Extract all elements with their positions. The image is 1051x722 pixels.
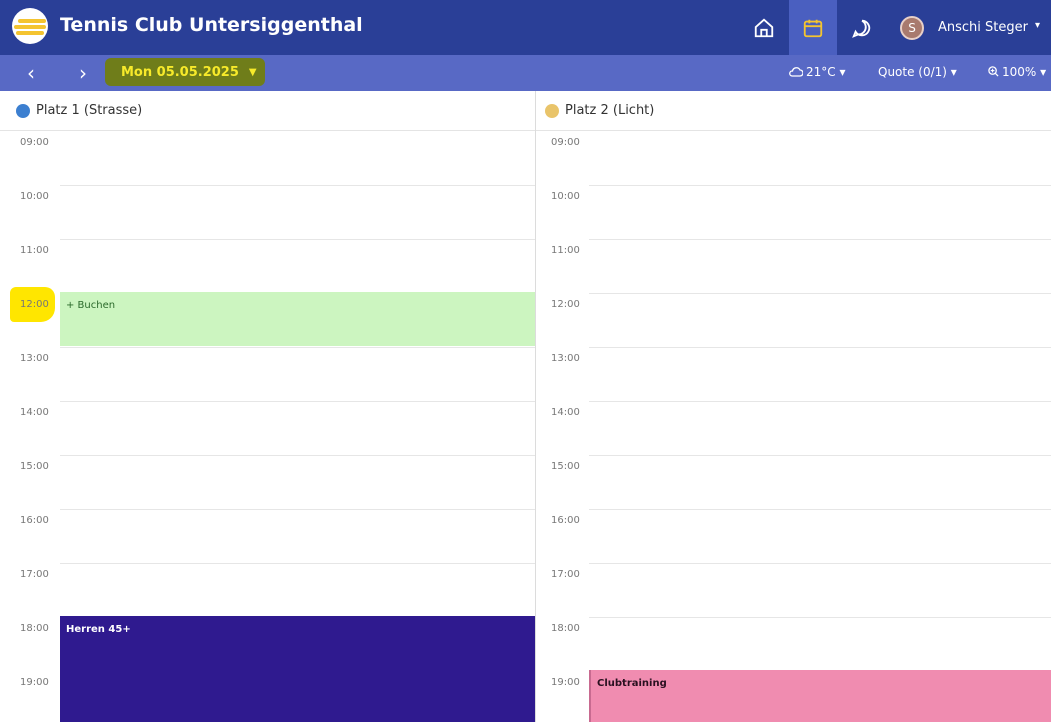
court-color-dot [16, 103, 30, 118]
court-name: Platz 1 (Strasse) [36, 103, 143, 118]
booking-clubtraining[interactable]: Clubtraining [589, 670, 1051, 722]
calendar-nav-button[interactable] [789, 0, 837, 55]
hour-gridline [589, 401, 1051, 402]
hour-gridline [589, 509, 1051, 510]
court-color-dot [545, 103, 559, 118]
book-slot-button[interactable]: + Buchen [60, 292, 535, 346]
time-label: 16:00 [20, 515, 49, 526]
time-label: 17:00 [551, 569, 580, 580]
court-header-platz-2: Platz 2 (Licht) [536, 91, 1051, 131]
hour-gridline [60, 347, 535, 348]
zoom-icon [988, 66, 999, 77]
user-name[interactable]: Anschi Steger [938, 20, 1028, 35]
time-label: 17:00 [20, 569, 49, 580]
hour-gridline [589, 293, 1051, 294]
date-picker-button[interactable]: Mon 05.05.2025 ▼ [105, 58, 265, 86]
hour-gridline [589, 347, 1051, 348]
time-label: 09:00 [551, 137, 580, 148]
prev-day-button[interactable]: ‹ [16, 55, 46, 91]
avatar[interactable]: S [900, 16, 924, 40]
time-label: 14:00 [20, 407, 49, 418]
time-label: 15:00 [551, 461, 580, 472]
time-label: 12:00 [551, 299, 580, 310]
column-divider [535, 91, 536, 722]
time-label: 19:00 [20, 677, 49, 688]
court-header-platz-1: Platz 1 (Strasse) [0, 91, 535, 131]
time-label: 18:00 [551, 623, 580, 634]
hour-gridline [589, 563, 1051, 564]
hour-gridline [589, 455, 1051, 456]
user-menu-caret-icon[interactable]: ▾ [1035, 20, 1040, 31]
home-nav-button[interactable] [740, 0, 788, 55]
chat-nav-button[interactable] [838, 0, 886, 55]
weather-label: 21°C ▾ [806, 65, 846, 79]
top-bar: Tennis Club Untersiggenthal S Anschi Ste… [0, 0, 1051, 55]
time-label: 12:00 [20, 299, 49, 310]
home-icon [754, 18, 774, 37]
hour-gridline [60, 455, 535, 456]
hour-gridline [60, 563, 535, 564]
hour-gridline [589, 185, 1051, 186]
time-label: 11:00 [20, 245, 49, 256]
zoom-label: 100% ▾ [1002, 65, 1047, 79]
quota-dropdown[interactable]: Quote (0/1) ▾ [878, 65, 957, 79]
chat-icon [852, 19, 871, 38]
court-name: Platz 2 (Licht) [565, 103, 655, 118]
next-day-button[interactable]: › [68, 55, 98, 91]
app-title: Tennis Club Untersiggenthal [60, 14, 363, 36]
time-label: 10:00 [20, 191, 49, 202]
booking-herren-45[interactable]: Herren 45+ [60, 616, 535, 722]
hour-gridline [60, 185, 535, 186]
time-label: 11:00 [551, 245, 580, 256]
time-label: 14:00 [551, 407, 580, 418]
time-label: 19:00 [551, 677, 580, 688]
time-label: 13:00 [551, 353, 580, 364]
date-toolbar: ‹ › Mon 05.05.2025 ▼ 21°C ▾ Quote (0/1) … [0, 55, 1051, 91]
club-logo-icon [12, 8, 48, 44]
hour-gridline [60, 239, 535, 240]
time-label: 18:00 [20, 623, 49, 634]
zoom-dropdown[interactable]: 100% ▾ [988, 65, 1046, 79]
time-label: 15:00 [20, 461, 49, 472]
time-label: 16:00 [551, 515, 580, 526]
hour-gridline [60, 509, 535, 510]
hour-gridline [60, 401, 535, 402]
weather-dropdown[interactable]: 21°C ▾ [789, 65, 846, 79]
calendar-icon [803, 19, 823, 37]
hour-gridline [589, 239, 1051, 240]
time-label: 09:00 [20, 137, 49, 148]
time-label: 13:00 [20, 353, 49, 364]
time-label: 10:00 [551, 191, 580, 202]
date-caret-icon: ▼ [248, 66, 257, 78]
cloud-icon [789, 67, 804, 77]
hour-gridline [589, 617, 1051, 618]
date-label: Mon 05.05.2025 [121, 64, 239, 80]
